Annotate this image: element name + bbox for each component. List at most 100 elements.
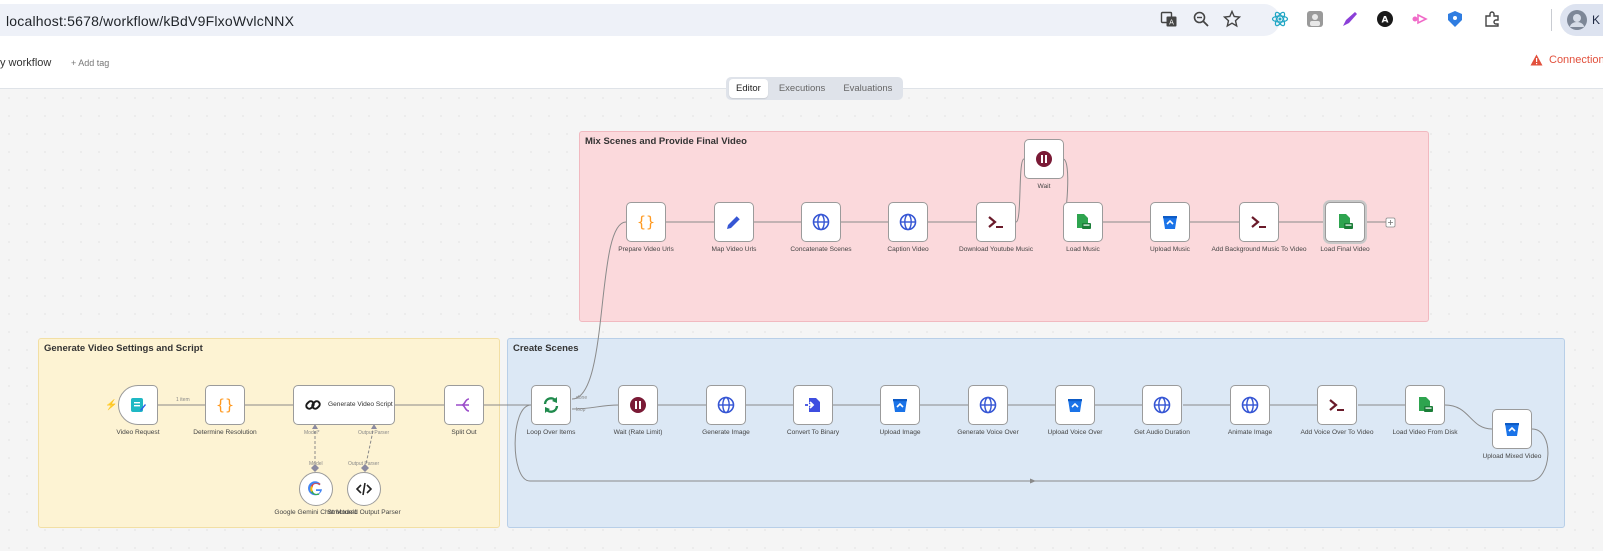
profile-button[interactable]: K [1560, 4, 1603, 36]
node-label: Generate Voice Over [957, 429, 1019, 436]
node-label: Generate Image [702, 429, 750, 436]
node-google-gemini[interactable] [299, 472, 333, 506]
globe-icon [899, 213, 917, 231]
node-add-background-music[interactable] [1239, 202, 1279, 242]
svg-text:A: A [1382, 16, 1389, 26]
file-disk-icon [1339, 214, 1353, 229]
google-icon [308, 481, 322, 496]
tab-evaluations[interactable]: Evaluations [836, 79, 899, 98]
bookmark-star-icon[interactable] [1221, 8, 1243, 30]
node-label: Video Request [116, 429, 160, 436]
address-bar-url[interactable]: localhost:5678/workflow/kBdV9FlxoWvlcNNX [6, 13, 294, 29]
node-label: Map Video Urls [711, 246, 757, 253]
node-load-final-video[interactable] [1325, 202, 1365, 242]
node-get-audio-duration[interactable] [1142, 385, 1182, 425]
edge-label-model-out: Model [309, 461, 323, 467]
node-label: Get Audio Duration [1134, 429, 1190, 436]
profile-initial: K [1592, 13, 1601, 27]
node-label: Wait (Rate Limit) [613, 429, 663, 436]
node-load-music[interactable] [1063, 202, 1103, 242]
node-upload-music[interactable] [1150, 202, 1190, 242]
node-generate-video-script[interactable]: Generate Video Script [293, 385, 395, 425]
add-tag-button[interactable]: + Add tag [71, 58, 109, 68]
node-caption-video[interactable] [888, 202, 928, 242]
svg-text:{}: {} [637, 213, 655, 231]
code-tag-icon [356, 482, 372, 496]
svg-text:A: A [1169, 19, 1174, 27]
translate-icon[interactable]: A [1158, 8, 1180, 30]
node-loop-over-items[interactable] [531, 385, 571, 425]
tab-executions[interactable]: Executions [772, 79, 832, 98]
node-load-video-from-disk[interactable] [1405, 385, 1445, 425]
edge-label-parser-out: Output Parser [348, 461, 380, 467]
connection-status-text: Connection [1549, 54, 1603, 66]
node-convert-to-binary[interactable] [793, 385, 833, 425]
extensions-puzzle-icon[interactable] [1481, 8, 1503, 30]
terminal-icon [988, 216, 1003, 228]
edge-label-loop: loop [576, 407, 586, 413]
node-generate-voice-over[interactable] [968, 385, 1008, 425]
pause-icon [1036, 151, 1052, 167]
connections-layer [158, 158, 1549, 484]
node-add-voice-over-to-video[interactable] [1317, 385, 1357, 425]
globe-icon [1241, 396, 1259, 414]
bucket-icon [1068, 399, 1082, 412]
extension-avatar-icon[interactable] [1304, 8, 1326, 30]
node-label: Prepare Video Urls [618, 246, 674, 253]
form-icon [131, 398, 146, 412]
node-label: Loop Over Items [526, 429, 576, 436]
node-generate-image[interactable] [706, 385, 746, 425]
toolbar-divider [1551, 9, 1552, 31]
node-label: Animate Image [1227, 429, 1273, 436]
node-label: Load Music [1066, 246, 1100, 253]
trigger-bolt-icon: ⚡ [105, 400, 118, 411]
node-structured-output-parser[interactable] [347, 472, 381, 506]
node-label: Upload Image [879, 429, 921, 436]
extension-pen-icon[interactable] [1339, 8, 1361, 30]
node-upload-mixed-video[interactable] [1492, 409, 1532, 449]
zoom-icon[interactable] [1190, 8, 1212, 30]
address-bar[interactable]: localhost:5678/workflow/kBdV9FlxoWvlcNNX [0, 4, 1280, 36]
node-label: Determine Resolution [193, 429, 257, 436]
node-label: Structured Output Parser [327, 509, 401, 516]
node-upload-image[interactable] [880, 385, 920, 425]
globe-icon [979, 396, 997, 414]
node-label: Upload Voice Over [1047, 429, 1103, 436]
extension-a-icon[interactable]: A [1374, 8, 1396, 30]
profile-avatar-icon [1567, 10, 1587, 30]
workflow-canvas[interactable]: Mix Scenes and Provide Final Video Gener… [0, 89, 1603, 551]
connection-status[interactable]: Connection [1530, 54, 1603, 66]
node-wait-rate-limit[interactable] [618, 385, 658, 425]
pause-icon [630, 397, 646, 413]
edge-label-parser-in: Output Parser [358, 430, 390, 436]
node-split-out[interactable] [444, 385, 484, 425]
file-disk-icon [1419, 397, 1433, 412]
globe-icon [1153, 396, 1171, 414]
node-determine-resolution[interactable]: {} [205, 385, 245, 425]
tab-editor[interactable]: Editor [729, 79, 768, 98]
browser-toolbar: localhost:5678/workflow/kBdV9FlxoWvlcNNX… [0, 0, 1603, 41]
node-label: Split Out [451, 429, 477, 436]
workflow-name[interactable]: y workflow [0, 57, 51, 69]
node-download-youtube-music[interactable] [976, 202, 1016, 242]
node-label: Caption Video [887, 246, 929, 253]
extension-react-icon[interactable] [1269, 8, 1291, 30]
node-wait[interactable] [1024, 139, 1064, 179]
node-label: Download Youtube Music [958, 246, 1034, 253]
node-label: Generate Video Script [328, 401, 393, 408]
node-video-request[interactable] [118, 385, 158, 425]
view-tabs: Editor Executions Evaluations [726, 77, 903, 100]
edge-label-items: 1 item [176, 397, 190, 403]
extension-tag-icon[interactable] [1444, 8, 1466, 30]
file-convert-icon [805, 398, 820, 412]
bucket-icon [1163, 216, 1177, 229]
node-map-video-urls[interactable] [714, 202, 754, 242]
node-label: Add Background Music To Video [1211, 246, 1307, 253]
extension-flow-icon[interactable] [1409, 8, 1431, 30]
node-prepare-video-urls[interactable]: {} [626, 202, 666, 242]
globe-icon [812, 213, 830, 231]
node-upload-voice-over[interactable] [1055, 385, 1095, 425]
node-animate-image[interactable] [1230, 385, 1270, 425]
node-label: Upload Mixed Video [1482, 453, 1542, 460]
node-concatenate-scenes[interactable] [801, 202, 841, 242]
